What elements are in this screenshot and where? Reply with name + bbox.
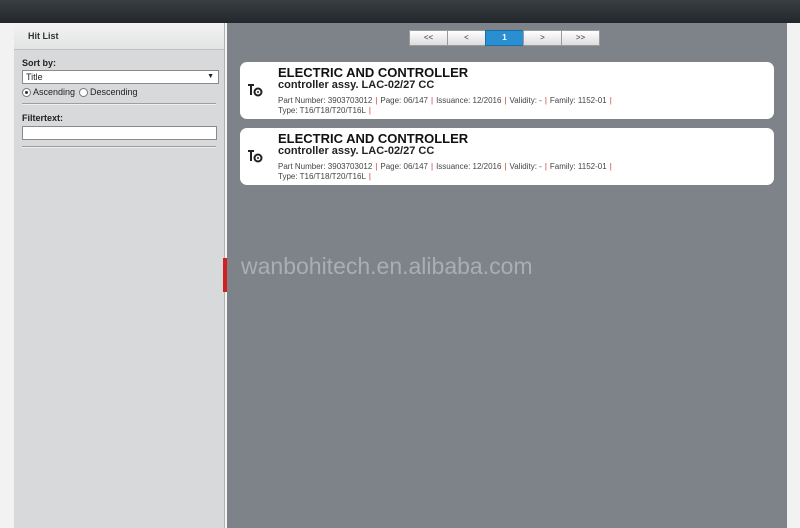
result-title: ELECTRIC AND CONTROLLER bbox=[278, 131, 469, 146]
pagination: << < 1 > >> bbox=[409, 30, 600, 46]
right-frame bbox=[787, 23, 800, 528]
validity: Validity: - bbox=[509, 96, 542, 105]
tools-icon bbox=[248, 150, 263, 163]
top-bar bbox=[0, 0, 800, 23]
type: Type: T16/T18/T20/T16L bbox=[278, 172, 366, 181]
validity: Validity: - bbox=[509, 162, 542, 171]
issuance: Issuance: 12/2016 bbox=[436, 96, 502, 105]
last-page-button[interactable]: >> bbox=[561, 30, 600, 46]
separator: | bbox=[368, 106, 371, 115]
part-number: Part Number: 3903703012 bbox=[278, 162, 373, 171]
descending-label: Descending bbox=[90, 87, 138, 97]
type: Type: T16/T18/T20/T16L bbox=[278, 106, 366, 115]
filter-label: Filtertext: bbox=[22, 113, 64, 123]
separator: | bbox=[544, 162, 547, 171]
first-page-button[interactable]: << bbox=[409, 30, 448, 46]
separator: | bbox=[375, 162, 378, 171]
filter-input[interactable] bbox=[22, 126, 217, 140]
issuance: Issuance: 12/2016 bbox=[436, 162, 502, 171]
result-meta: Part Number: 3903703012 | Page: 06/147 | Iss… bbox=[278, 162, 768, 182]
left-frame bbox=[0, 23, 14, 528]
ascending-radio[interactable] bbox=[22, 87, 31, 97]
tools-icon bbox=[248, 84, 263, 97]
result-subtitle: controller assy. LAC-02/27 CC bbox=[278, 145, 435, 157]
result-card[interactable]: ELECTRIC AND CONTROLLER controller assy.… bbox=[240, 128, 774, 185]
divider bbox=[22, 146, 216, 148]
result-title: ELECTRIC AND CONTROLLER bbox=[278, 65, 469, 80]
separator: | bbox=[375, 96, 378, 105]
separator: | bbox=[609, 162, 612, 171]
sort-select[interactable]: Title ▼ bbox=[22, 70, 219, 84]
separator: | bbox=[368, 172, 371, 181]
page-ref: Page: 06/147 bbox=[380, 96, 428, 105]
family: Family: 1152-01 bbox=[549, 162, 607, 171]
sort-select-value: Title bbox=[26, 72, 43, 82]
page-ref: Page: 06/147 bbox=[380, 162, 428, 171]
chevron-down-icon: ▼ bbox=[207, 73, 214, 80]
sort-section: Sort by: Title ▼ Ascending Descending bbox=[14, 50, 224, 103]
result-meta: Part Number: 3903703012 | Page: 06/147 | Iss… bbox=[278, 96, 768, 116]
separator: | bbox=[504, 96, 507, 105]
separator: | bbox=[609, 96, 612, 105]
watermark: wanbohitech.en.alibaba.com bbox=[241, 253, 533, 279]
filter-section: Filtertext: bbox=[14, 105, 224, 146]
ascending-label: Ascending bbox=[33, 87, 76, 97]
hit-list-title: Hit List bbox=[14, 23, 224, 50]
next-page-button[interactable]: > bbox=[523, 30, 562, 46]
sort-label: Sort by: bbox=[22, 58, 57, 68]
descending-radio[interactable] bbox=[79, 87, 89, 97]
result-subtitle: controller assy. LAC-02/27 CC bbox=[278, 79, 435, 91]
result-card[interactable]: ELECTRIC AND CONTROLLER controller assy.… bbox=[240, 62, 774, 119]
part-number: Part Number: 3903703012 bbox=[278, 96, 373, 105]
sort-order-row: Ascending Descending bbox=[22, 87, 216, 97]
separator: | bbox=[430, 162, 434, 171]
prev-page-button[interactable]: < bbox=[447, 30, 486, 46]
family: Family: 1152-01 bbox=[549, 96, 607, 105]
separator: | bbox=[504, 162, 507, 171]
current-page-button[interactable]: 1 bbox=[485, 30, 524, 46]
separator: | bbox=[430, 96, 434, 105]
hit-list-sidebar: Hit List Sort by: Title ▼ Ascending Desc… bbox=[14, 23, 225, 528]
separator: | bbox=[544, 96, 547, 105]
